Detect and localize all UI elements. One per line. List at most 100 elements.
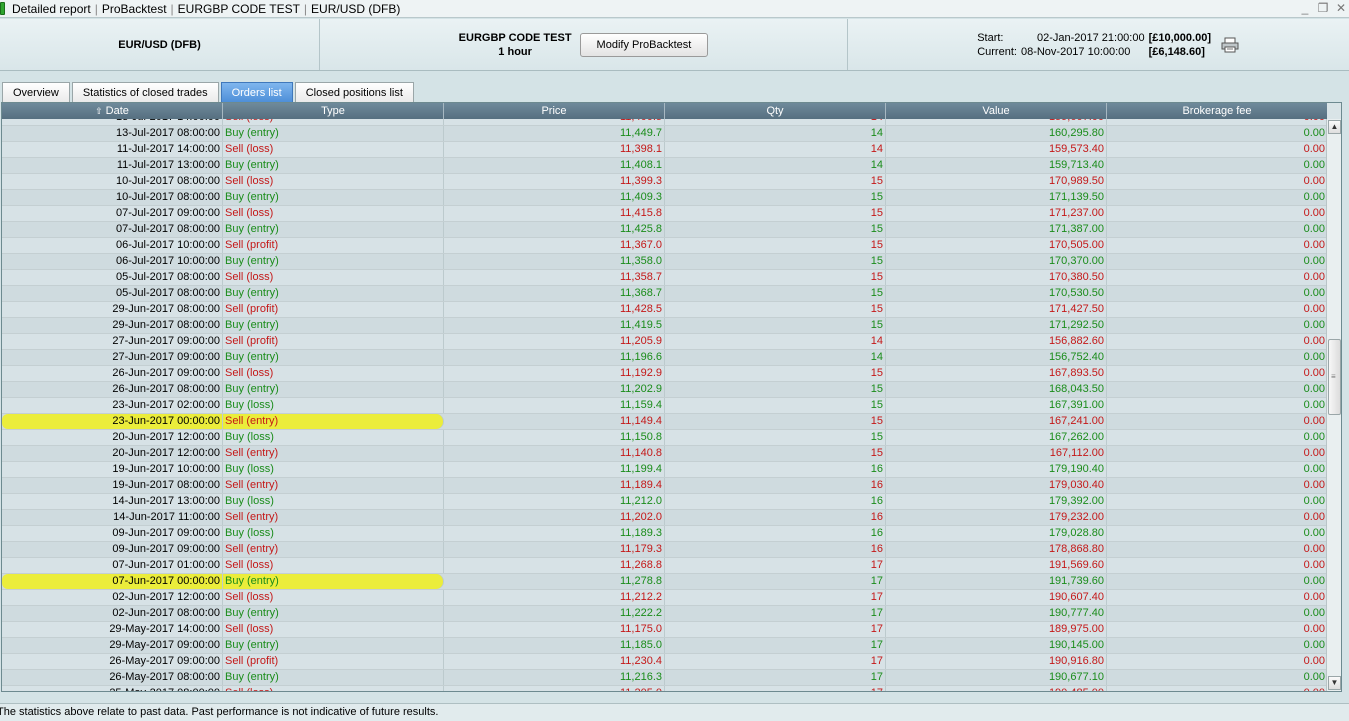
table-row[interactable]: 20-Jun-2017 12:00:00 Buy (loss) 11,150.8 15… [2,430,1327,446]
column-header-date[interactable]: ⇧ Date [2,103,223,119]
cell-qty: 17 [665,606,886,621]
table-row[interactable]: 09-Jun-2017 09:00:00 Buy (loss) 11,189.3 16… [2,526,1327,542]
table-row[interactable]: 13-Jul-2017 08:00:00 Buy (entry) 11,449.7 1… [2,126,1327,142]
breadcrumb-strategy[interactable]: EURGBP CODE TEST [174,2,304,16]
cell-date: 02-Jun-2017 12:00:00 [2,590,223,605]
table-row[interactable]: 26-Jun-2017 08:00:00 Buy (entry) 11,202.9 1… [2,382,1327,398]
cell-value: 159,573.40 [886,142,1107,157]
column-header-type[interactable]: Type [223,103,444,119]
table-row[interactable]: 10-Jul-2017 08:00:00 Buy (entry) 11,409.3 1… [2,190,1327,206]
restore-icon[interactable]: ❐ [1317,1,1329,15]
cell-price: 11,175.0 [444,622,665,637]
grip-icon: ≡ [1331,372,1336,381]
cell-type: Sell (loss) [223,270,444,285]
report-header: EUR/USD (DFB) EURGBP CODE TEST 1 hour Mo… [0,19,1349,71]
table-row[interactable]: 29-May-2017 09:00:00 Buy (entry) 11,185.0 1… [2,638,1327,654]
table-row[interactable]: 23-Jun-2017 00:00:00 Sell (entry) 11,149.4… [2,414,1327,430]
table-row[interactable]: 23-Jun-2017 02:00:00 Buy (loss) 11,159.4 15… [2,398,1327,414]
cell-value: 170,380.50 [886,270,1107,285]
tab-orders-list[interactable]: Orders list [220,82,293,102]
printer-icon[interactable] [1221,37,1239,53]
cell-brokerage-fee: 0.00 [1303,287,1325,299]
table-row[interactable]: 29-Jun-2017 08:00:00 Buy (entry) 11,419.5 1… [2,318,1327,334]
cell-value: 159,607.00 [886,119,1107,125]
scroll-down-icon[interactable]: ▼ [1328,676,1341,690]
table-row[interactable]: 05-Jul-2017 08:00:00 Buy (entry) 11,368.7 1… [2,286,1327,302]
cell-qty: 15 [665,446,886,461]
breadcrumb-probacktest[interactable]: ProBacktest [98,2,171,16]
column-header-qty[interactable]: Qty [665,103,886,119]
breadcrumb-instrument[interactable]: EUR/USD (DFB) [307,2,404,16]
cell-price: 11,212.0 [444,494,665,509]
column-header-price[interactable]: Price [444,103,665,119]
cell-type: Buy (entry) [223,222,444,237]
cell-qty: 15 [665,382,886,397]
table-row[interactable]: 27-Jun-2017 09:00:00 Sell (profit) 11,205.… [2,334,1327,350]
start-date: 02-Jan-2017 21:00:00 [1036,31,1145,44]
table-row[interactable]: 11-Jul-2017 14:00:00 Sell (loss) 11,398.1 1… [2,142,1327,158]
table-row[interactable]: 26-Jun-2017 09:00:00 Sell (loss) 11,192.9 1… [2,366,1327,382]
tab-statistics-closed-trades[interactable]: Statistics of closed trades [71,82,219,102]
table-row[interactable]: 06-Jul-2017 10:00:00 Sell (profit) 11,367.… [2,238,1327,254]
cell-value: 167,241.00 [886,414,1107,429]
modify-probacktest-button[interactable]: Modify ProBacktest [579,32,709,57]
table-row[interactable]: 06-Jul-2017 10:00:00 Buy (entry) 11,358.0 1… [2,254,1327,270]
cell-brokerage-fee: 0.00 [1303,303,1325,315]
cell-qty: 15 [665,190,886,205]
strategy-name: EURGBP CODE TEST [458,31,572,44]
table-row[interactable]: 11-Jul-2017 13:00:00 Buy (entry) 11,408.1 1… [2,158,1327,174]
cell-qty: 14 [665,142,886,157]
cell-value: 191,739.60 [886,574,1107,589]
cell-price: 11,428.5 [444,302,665,317]
cell-price: 11,202.9 [444,382,665,397]
cell-price: 11,189.3 [444,526,665,541]
table-row[interactable]: 20-Jun-2017 12:00:00 Sell (entry) 11,140.8… [2,446,1327,462]
minimize-icon[interactable]: _ [1299,1,1311,15]
table-row[interactable]: 27-Jun-2017 09:00:00 Buy (entry) 11,196.6 1… [2,350,1327,366]
table-row[interactable]: 07-Jul-2017 09:00:00 Sell (loss) 11,415.8 1… [2,206,1327,222]
cell-qty: 17 [665,574,886,589]
table-row[interactable]: 26-May-2017 09:00:00 Sell (profit) 11,230.… [2,654,1327,670]
table-row[interactable]: 02-Jun-2017 12:00:00 Sell (loss) 11,212.2 1… [2,590,1327,606]
cell-price: 11,367.0 [444,238,665,253]
cell-qty: 17 [665,670,886,685]
table-row[interactable]: 09-Jun-2017 09:00:00 Sell (entry) 11,179.3… [2,542,1327,558]
cell-qty: 15 [665,318,886,333]
table-row[interactable]: 07-Jul-2017 08:00:00 Buy (entry) 11,425.8 1… [2,222,1327,238]
table-row[interactable]: 19-Jun-2017 08:00:00 Sell (entry) 11,189.4… [2,478,1327,494]
cell-date: 10-Jul-2017 08:00:00 [2,190,223,205]
table-row[interactable]: 19-Jun-2017 10:00:00 Buy (loss) 11,199.4 16… [2,462,1327,478]
table-header: ⇧ Date Type Price Qty Value Brokerage fe… [2,103,1327,119]
vertical-scrollbar[interactable]: ▲ ≡ ▼ [1326,119,1341,691]
table-row[interactable]: 02-Jun-2017 08:00:00 Buy (entry) 11,222.2 1… [2,606,1327,622]
table-row[interactable]: 07-Jun-2017 00:00:00 Buy (entry) 11,278.8 1… [2,574,1327,590]
table-row[interactable]: 29-May-2017 14:00:00 Sell (loss) 11,175.0 1… [2,622,1327,638]
table-row[interactable]: 10-Jul-2017 08:00:00 Sell (loss) 11,399.3 1… [2,174,1327,190]
table-row[interactable]: 13-Jul-2017 14:00:00Sell (loss)11,400.51… [2,119,1327,126]
column-header-value[interactable]: Value [886,103,1107,119]
table-row[interactable]: 25-May-2017 08:00:00Sell (loss)11,205.01… [2,686,1327,691]
close-icon[interactable]: ✕ [1335,1,1347,15]
breadcrumb-detailed-report[interactable]: Detailed report [8,2,95,16]
table-row[interactable]: 14-Jun-2017 11:00:00 Sell (entry) 11,202.0… [2,510,1327,526]
cell-date: 10-Jul-2017 08:00:00 [2,174,223,189]
table-row[interactable]: 07-Jun-2017 01:00:00 Sell (loss) 11,268.8 1… [2,558,1327,574]
tab-overview[interactable]: Overview [2,82,70,102]
cell-brokerage-fee: 0.00 [1107,119,1327,125]
cell-brokerage-fee: 0.00 [1303,159,1325,171]
table-row[interactable]: 29-Jun-2017 08:00:00 Sell (profit) 11,428.… [2,302,1327,318]
table-row[interactable]: 14-Jun-2017 13:00:00 Buy (loss) 11,212.0 16… [2,494,1327,510]
cell-brokerage-fee: 0.00 [1303,351,1325,363]
cell-qty: 16 [665,494,886,509]
cell-qty: 17 [665,686,886,691]
column-header-brokerage-fee[interactable]: Brokerage fee [1107,103,1327,119]
cell-price: 11,159.4 [444,398,665,413]
cell-date: 20-Jun-2017 12:00:00 [2,446,223,461]
scroll-up-icon[interactable]: ▲ [1328,120,1341,134]
table-row[interactable]: 05-Jul-2017 08:00:00 Sell (loss) 11,358.7 1… [2,270,1327,286]
cell-date: 09-Jun-2017 09:00:00 [2,542,223,557]
tab-closed-positions-list[interactable]: Closed positions list [294,82,414,102]
cell-value: 167,112.00 [886,446,1107,461]
scroll-thumb[interactable]: ≡ [1328,339,1341,415]
table-row[interactable]: 26-May-2017 08:00:00 Buy (entry) 11,216.3 1… [2,670,1327,686]
